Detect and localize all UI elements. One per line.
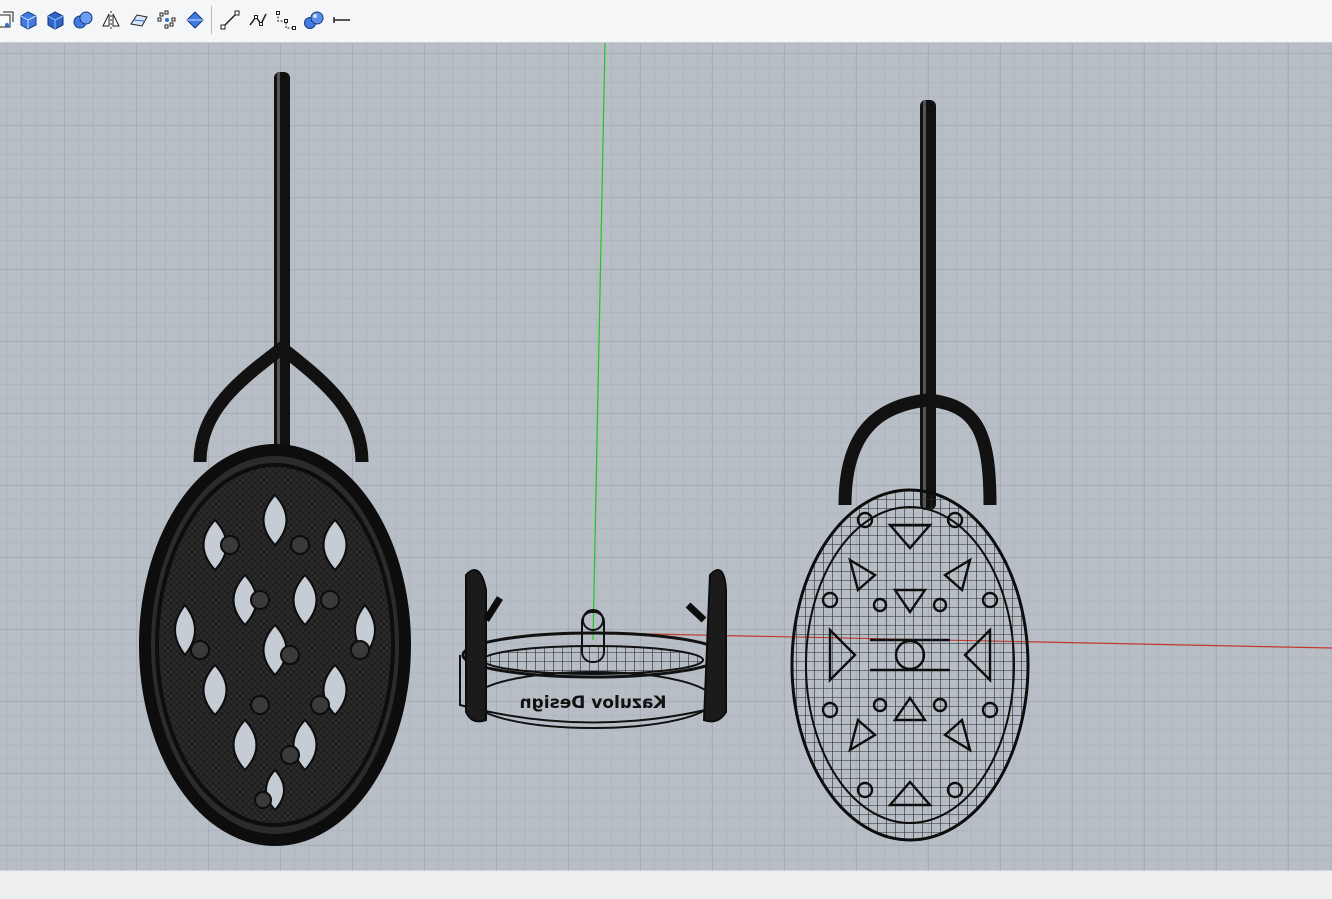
sphere-union-icon[interactable] — [302, 7, 326, 33]
boolean-union-icon[interactable] — [71, 7, 95, 33]
left-pendant-model[interactable] — [139, 72, 411, 846]
box-shaded-icon[interactable] — [43, 7, 67, 33]
center-base-model[interactable]: Kazulov Design — [459, 569, 727, 729]
scene-canvas: Kazulov Design — [139, 43, 1332, 846]
right-pendant-model[interactable] — [790, 100, 1030, 842]
dimension-icon[interactable] — [330, 7, 354, 33]
points-on-icon[interactable] — [155, 7, 179, 33]
curve-control-points-icon[interactable] — [274, 7, 298, 33]
polyline-icon[interactable] — [246, 7, 270, 33]
toolbar — [0, 0, 1332, 43]
perspective-viewport[interactable]: Kazulov Design — [0, 43, 1332, 870]
status-bar — [0, 870, 1332, 899]
box-solid-icon[interactable] — [16, 7, 40, 33]
line-icon[interactable] — [218, 7, 242, 33]
surface-edit-icon[interactable] — [127, 7, 151, 33]
diamond-solid-icon[interactable] — [183, 7, 207, 33]
y-axis-line — [592, 43, 606, 641]
toolbar-separator — [211, 6, 212, 34]
mirror-icon[interactable] — [99, 7, 123, 33]
engraving-text: Kazulov Design — [519, 693, 666, 713]
